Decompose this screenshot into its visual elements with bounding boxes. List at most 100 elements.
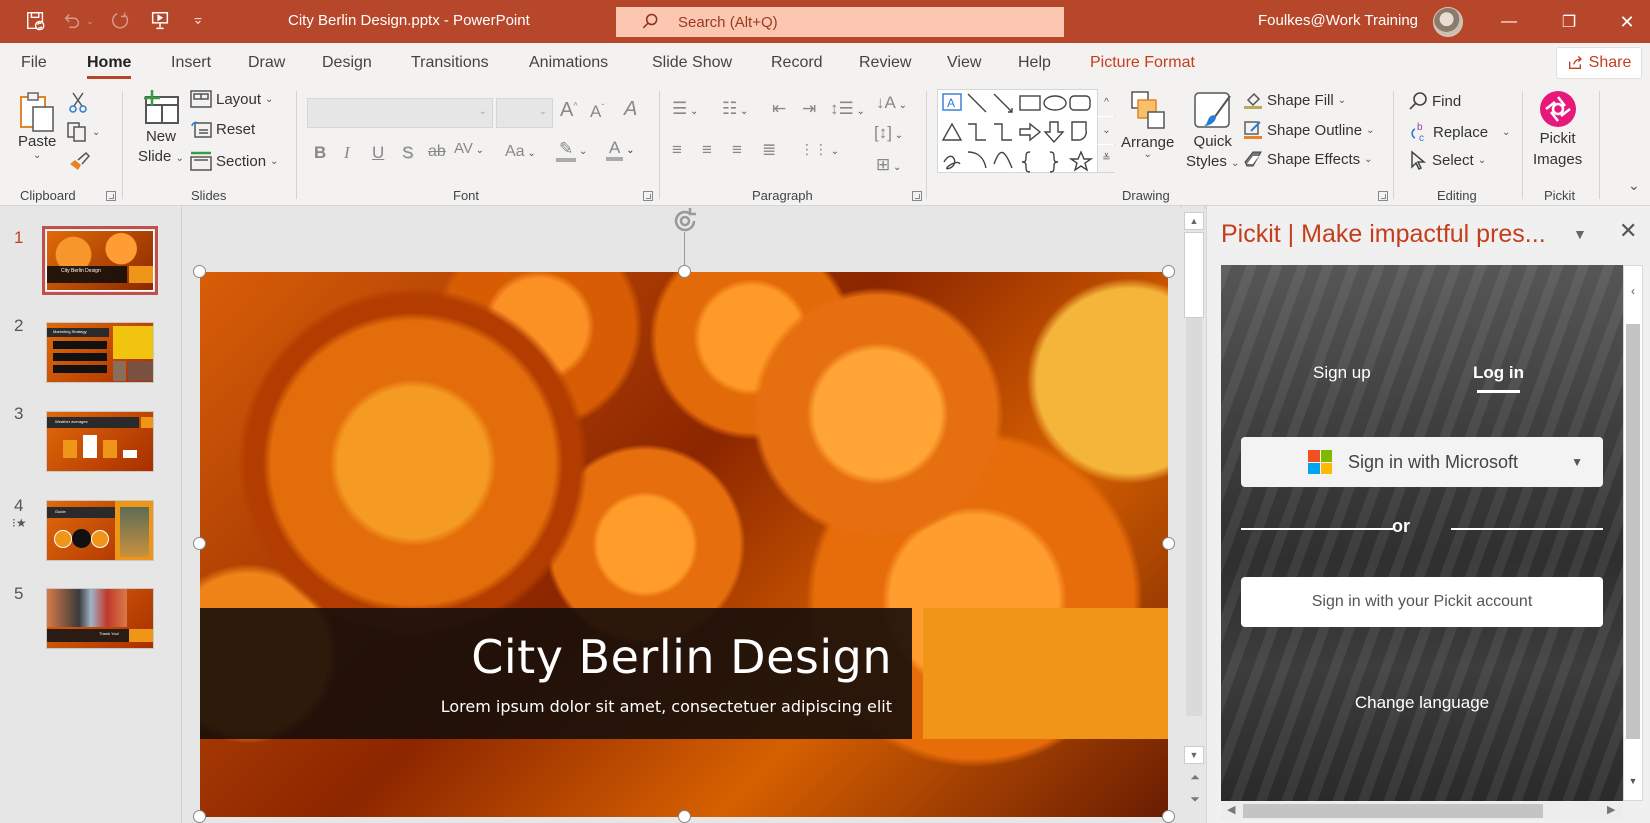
task-pane-vertical-scrollbar[interactable]: ‹ ▼ (1623, 265, 1643, 801)
decrease-font-size-icon[interactable]: Aˇ (590, 102, 604, 122)
text-shadow-icon[interactable]: S (402, 143, 413, 163)
scroll-down-icon[interactable]: ▼ (1184, 746, 1204, 764)
shape-outline-button[interactable]: Shape Outline ⌄ (1243, 120, 1374, 140)
slide-thumbnail-4[interactable]: Guide (46, 500, 154, 561)
underline-icon[interactable]: U (372, 143, 384, 163)
highlight-color-icon[interactable]: ✎ ⌄ (556, 139, 587, 162)
avatar[interactable] (1433, 7, 1463, 37)
drawing-launcher-icon[interactable] (1378, 191, 1388, 201)
copy-button[interactable]: ⌄ (66, 121, 100, 143)
restore-button[interactable]: ❐ (1554, 8, 1584, 36)
tab-draw[interactable]: Draw (248, 54, 285, 72)
section-button[interactable]: Section ⌄ (190, 151, 278, 171)
tab-sign-up[interactable]: Sign up (1313, 363, 1371, 383)
change-case-icon[interactable]: Aa ⌄ (505, 143, 536, 161)
close-button[interactable]: ✕ (1612, 8, 1642, 36)
font-launcher-icon[interactable] (643, 191, 653, 201)
align-center-icon[interactable]: ≡ (702, 140, 712, 160)
task-pane-collapse-icon[interactable]: ‹ (1624, 284, 1642, 298)
numbering-icon[interactable]: ☷ ⌄ (722, 99, 748, 119)
tab-picture-format[interactable]: Picture Format (1090, 54, 1195, 72)
sign-in-microsoft-button[interactable]: Sign in with Microsoft ▼ (1241, 437, 1603, 487)
scroll-thumb[interactable] (1184, 232, 1204, 318)
font-color-icon[interactable]: A ⌄ (606, 138, 635, 161)
clear-formatting-icon[interactable]: A (624, 98, 637, 121)
paragraph-launcher-icon[interactable] (912, 191, 922, 201)
resize-handle-bottom[interactable] (678, 810, 691, 823)
sign-in-pickit-button[interactable]: Sign in with your Pickit account (1241, 577, 1603, 627)
tab-file[interactable]: File (21, 54, 47, 72)
share-button[interactable]: Share (1556, 47, 1642, 79)
reset-button[interactable]: Reset (190, 120, 255, 138)
undo-icon[interactable] (60, 9, 84, 33)
tab-help[interactable]: Help (1018, 54, 1051, 72)
scroll-track[interactable] (1186, 318, 1202, 716)
change-language-link[interactable]: Change language (1221, 693, 1623, 713)
tab-record[interactable]: Record (771, 54, 823, 72)
character-spacing-icon[interactable]: AV ⌄ (454, 140, 484, 157)
increase-indent-icon[interactable]: ⇥ (802, 99, 816, 119)
task-pane-horizontal-scrollbar[interactable]: ◀ ▶ (1221, 802, 1623, 820)
paste-dropdown-icon[interactable]: ⌄ (33, 150, 41, 161)
convert-to-smartart-icon[interactable]: ⊞ ⌄ (876, 155, 901, 175)
cut-button[interactable] (68, 91, 88, 113)
align-text-icon[interactable]: [↕] ⌄ (874, 123, 903, 143)
task-pane-close-icon[interactable]: ✕ (1619, 218, 1637, 244)
microsoft-dropdown-icon[interactable]: ▼ (1571, 455, 1583, 469)
slide-thumbnail-5[interactable]: Thank You! (46, 588, 154, 649)
gallery-more-icon[interactable]: ≚ (1097, 145, 1115, 172)
horizontal-scroll-thumb[interactable] (1243, 804, 1543, 818)
bold-icon[interactable]: B (314, 143, 326, 163)
shape-effects-button[interactable]: Shape Effects ⌄ (1243, 150, 1373, 168)
clipboard-launcher-icon[interactable] (106, 191, 116, 201)
align-right-icon[interactable]: ≡ (732, 140, 742, 160)
line-spacing-icon[interactable]: ↕☰ ⌄ (830, 99, 865, 119)
gallery-scroll-up-icon[interactable]: ^ (1097, 89, 1115, 116)
tab-design[interactable]: Design (322, 54, 372, 72)
gallery-scroll-down-icon[interactable]: ⌄ (1097, 117, 1115, 144)
arrange-button[interactable]: Arrange ⌄ (1121, 90, 1174, 160)
shape-fill-button[interactable]: Shape Fill ⌄ (1243, 90, 1346, 110)
resize-handle-bottom-right[interactable] (1162, 810, 1175, 823)
autosave-icon[interactable] (24, 9, 48, 33)
align-left-icon[interactable]: ≡ (672, 140, 682, 160)
minimize-button[interactable]: — (1494, 8, 1524, 36)
task-pane-scroll-down-icon[interactable]: ▼ (1624, 776, 1642, 786)
search-box[interactable]: Search (Alt+Q) (616, 7, 1064, 37)
strikethrough-icon[interactable]: ab (428, 143, 446, 161)
new-slide-dropdown-icon[interactable]: ⌄ (176, 153, 184, 164)
italic-icon[interactable]: I (344, 143, 350, 163)
new-slide-button[interactable]: New Slide ⌄ (138, 89, 184, 169)
slide-thumbnail-2[interactable]: Marketing Strategy (46, 322, 154, 383)
tab-home[interactable]: Home (87, 54, 132, 79)
slide-1[interactable]: City Berlin Design Lorem ipsum dolor sit… (200, 272, 1168, 817)
accent-rectangle[interactable] (923, 608, 1168, 739)
resize-handle-top-right[interactable] (1162, 265, 1175, 278)
replace-button[interactable]: bc Replace ⌄ (1407, 121, 1510, 143)
next-slide-icon[interactable]: ⏷ (1186, 790, 1204, 808)
collapse-ribbon-icon[interactable]: ⌄ (1628, 177, 1640, 194)
tab-insert[interactable]: Insert (171, 54, 211, 72)
task-pane-options-icon[interactable]: ▼ (1573, 226, 1587, 242)
undo-dropdown-icon[interactable]: ⌄ (84, 9, 96, 33)
paste-button[interactable]: Paste ⌄ (18, 91, 56, 161)
resize-handle-top-left[interactable] (193, 265, 206, 278)
pickit-images-button[interactable]: Pickit Images (1533, 90, 1582, 170)
tab-slide-show[interactable]: Slide Show (652, 54, 732, 72)
select-button[interactable]: Select ⌄ (1408, 150, 1486, 170)
font-name-combo[interactable]: ⌄ (307, 98, 493, 128)
tab-view[interactable]: View (947, 54, 981, 72)
customize-toolbar-icon[interactable] (186, 9, 210, 33)
present-from-beginning-icon[interactable] (148, 9, 172, 33)
tab-transitions[interactable]: Transitions (411, 54, 489, 72)
justify-icon[interactable]: ≣ (762, 140, 776, 160)
tab-review[interactable]: Review (859, 54, 911, 72)
font-size-combo[interactable]: ⌄ (496, 98, 553, 128)
layout-button[interactable]: Layout ⌄ (190, 90, 273, 108)
tab-log-in[interactable]: Log in (1473, 363, 1524, 393)
vertical-scrollbar[interactable]: ▲ ▼ ⏶ ⏷ (1182, 206, 1204, 823)
quick-styles-button[interactable]: Quick Styles ⌄ (1186, 90, 1239, 174)
bullets-icon[interactable]: ☰ ⌄ (672, 99, 698, 119)
shapes-gallery[interactable]: A (937, 89, 1115, 173)
account-name[interactable]: Foulkes@Work Training (1258, 12, 1418, 29)
